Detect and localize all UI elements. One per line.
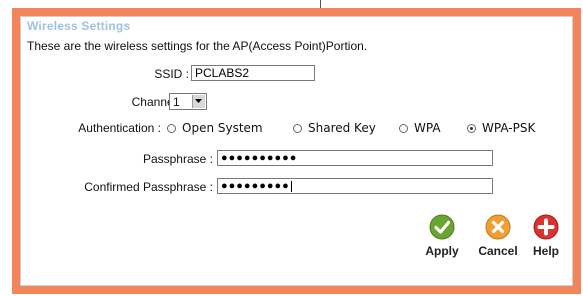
confirm-passphrase-label: Confirmed Passphrase :	[84, 180, 213, 194]
option-wpa-label: WPA	[414, 121, 441, 135]
cancel-label: Cancel	[478, 244, 518, 258]
option-wpa-psk-label: WPA-PSK	[482, 121, 536, 135]
confirm-passphrase-value: ●●●●●●●●●	[221, 180, 290, 192]
section-title: Wireless Settings	[27, 19, 131, 33]
help-plus-icon	[533, 214, 559, 240]
callout-line	[320, 0, 321, 8]
ssid-input[interactable]: PCLABS2	[191, 65, 315, 81]
passphrase-label: Passphrase :	[142, 152, 213, 166]
ssid-row: SSID : PCLABS2	[21, 65, 572, 85]
radio-open-system[interactable]	[167, 124, 176, 133]
text-caret	[290, 180, 292, 192]
option-shared-key-label: Shared Key	[308, 121, 376, 135]
apply-button[interactable]: Apply	[417, 214, 467, 258]
channel-row: Channel : 1	[21, 93, 572, 113]
wireless-settings-panel: Wireless Settings These are the wireless…	[20, 16, 573, 286]
cancel-x-icon	[485, 214, 511, 240]
help-button[interactable]: Help	[525, 214, 567, 258]
passphrase-input[interactable]: ●●●●●●●●●●	[217, 150, 493, 166]
screenshot-frame: Wireless Settings These are the wireless…	[12, 8, 581, 294]
ssid-label: SSID :	[154, 67, 189, 81]
help-label: Help	[532, 244, 559, 258]
apply-label: Apply	[425, 244, 459, 258]
checkmark-icon	[429, 214, 455, 240]
channel-select[interactable]: 1	[169, 93, 207, 110]
confirm-passphrase-input[interactable]: ●●●●●●●●●	[217, 178, 493, 194]
radio-wpa-psk[interactable]	[467, 124, 476, 133]
authentication-label: Authentication :	[78, 121, 161, 135]
section-description: These are the wireless settings for the …	[27, 39, 368, 53]
passphrase-row: Passphrase : ●●●●●●●●●●	[21, 150, 572, 170]
channel-selected-value: 1	[173, 95, 180, 109]
option-open-system-label: Open System	[182, 121, 263, 135]
radio-wpa[interactable]	[399, 124, 408, 133]
authentication-row: Authentication : Open System Shared Key …	[21, 121, 572, 141]
confirm-passphrase-row: Confirmed Passphrase : ●●●●●●●●●	[21, 178, 572, 198]
chevron-down-icon[interactable]	[192, 95, 205, 108]
radio-shared-key[interactable]	[293, 124, 302, 133]
cancel-button[interactable]: Cancel	[473, 214, 523, 258]
